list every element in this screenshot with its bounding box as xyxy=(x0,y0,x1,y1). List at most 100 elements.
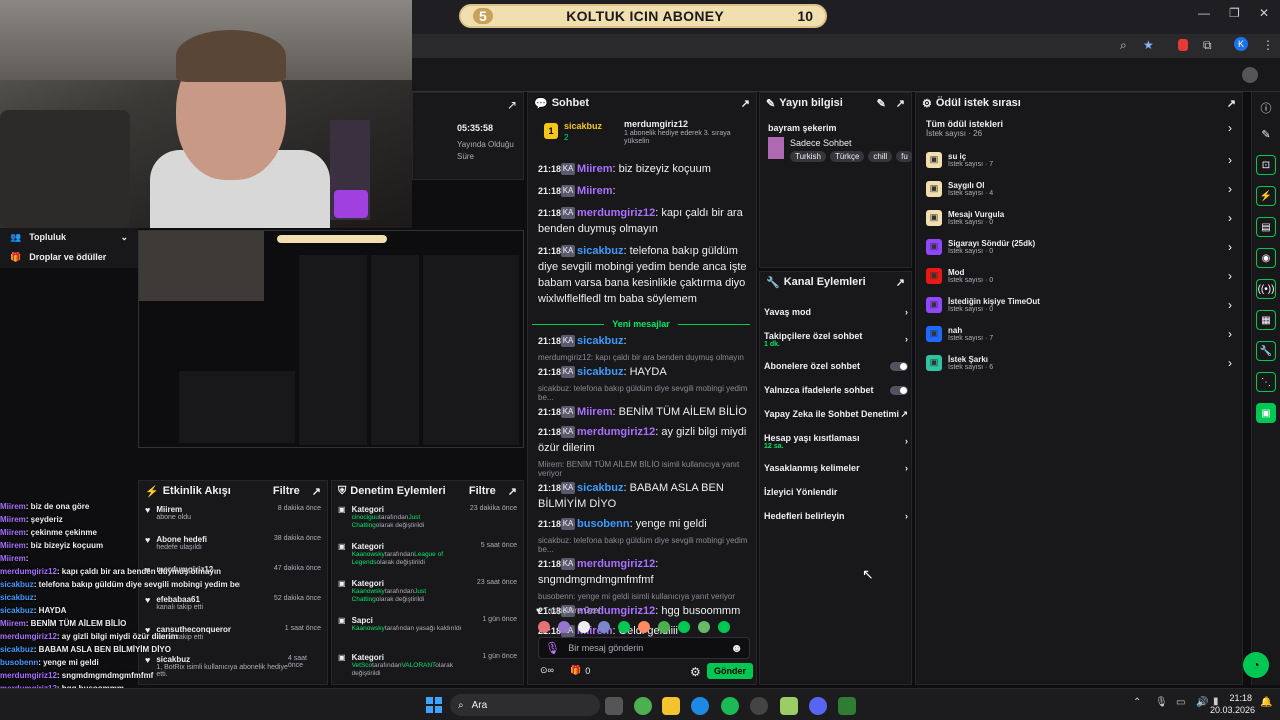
moderation-actor[interactable]: Kaanowsky xyxy=(352,625,385,632)
toggle-switch[interactable] xyxy=(890,361,908,371)
edit-icon[interactable]: ✎ xyxy=(1256,128,1276,141)
reward-item[interactable]: ▣ nah İstek sayısı · 7 › xyxy=(926,319,1236,348)
chat-username[interactable]: sicakbuz xyxy=(577,482,623,494)
chat-input[interactable]: 🎙 Bir mesaj gönderin ☻ xyxy=(538,637,750,659)
popout-icon[interactable]: ↗ xyxy=(507,98,517,112)
moderation-item[interactable]: ▣ Kategori KaanowskytarafındanLeague of Le… xyxy=(332,538,523,575)
start-button[interactable] xyxy=(426,697,442,713)
popout-icon[interactable]: ↗ xyxy=(896,276,905,289)
channel-action-item[interactable]: Hedefleri belirleyin › xyxy=(764,504,908,528)
emote-icon[interactable] xyxy=(538,621,550,633)
send-button[interactable]: Gönder xyxy=(707,663,754,679)
extension-icon[interactable]: ▣ xyxy=(1256,403,1276,423)
channel-action-item[interactable]: Abonelere özel sohbet xyxy=(764,354,908,378)
emote-picker-icon[interactable]: ☻ xyxy=(730,641,743,655)
activity-filter[interactable]: Filtre xyxy=(273,485,300,497)
stream-preview[interactable] xyxy=(138,230,524,448)
tray-chevron-icon[interactable]: ⌃ xyxy=(1133,697,1141,708)
chat-username[interactable]: merdumgiriz12 xyxy=(577,558,655,570)
volume-icon[interactable]: 🔊 xyxy=(1196,697,1208,708)
reward-item[interactable]: ▣ İstek Şarkı İstek sayısı · 6 › xyxy=(926,348,1236,377)
wrench-icon[interactable]: 🔧 xyxy=(1256,341,1276,361)
moderation-item[interactable]: ▣ Kategori cinociguutarafındanJust Chattin… xyxy=(332,501,523,538)
extensions-puzzle-icon[interactable]: ⧉ xyxy=(1203,38,1212,53)
emote-icon[interactable] xyxy=(678,621,690,633)
pinned-leaderboard[interactable]: 1 sicakbuz 2 merdumgiriz12 1 abonelik he… xyxy=(538,117,750,147)
emote-icon[interactable] xyxy=(558,621,570,633)
bookmark-star-icon[interactable]: ★ xyxy=(1143,38,1154,52)
taskbar-search[interactable]: ⌕ Ara xyxy=(450,694,600,716)
extension-icon[interactable] xyxy=(1178,39,1188,51)
notification-icon[interactable]: 🔔 xyxy=(1260,697,1272,708)
minimize-button[interactable]: — xyxy=(1198,6,1210,20)
emote-icon[interactable] xyxy=(718,621,730,633)
chrome-icon[interactable] xyxy=(634,697,652,715)
nav-drops[interactable]: 🎁 Droplar ve ödüller xyxy=(10,250,128,264)
clip-icon[interactable]: ⊡ xyxy=(1256,155,1276,175)
moderation-item[interactable]: ▣ Kategori VetScotarafındanVALORANTolarak … xyxy=(332,649,523,684)
chat-username[interactable]: Miirem xyxy=(577,406,612,418)
task-view-icon[interactable] xyxy=(605,697,623,715)
moderation-actor[interactable]: VetSco xyxy=(352,662,373,669)
emote-icon[interactable] xyxy=(698,621,710,633)
moderation-item[interactable]: ▣ Kategori KaanowskytarafındanJust Chattin… xyxy=(332,575,523,612)
reply-context[interactable]: Miirem: BENİM TÜM AİLEM BİLİO isimli kul… xyxy=(538,460,750,478)
reward-item[interactable]: ▣ Saygılı Ol İstek sayısı · 4 › xyxy=(926,174,1236,203)
maximize-button[interactable]: ❐ xyxy=(1229,6,1240,20)
edit-icon[interactable]: ✎ xyxy=(877,97,886,110)
popout-icon[interactable]: ↗ xyxy=(508,485,517,498)
popout-icon[interactable]: ↗ xyxy=(896,97,905,110)
chat-username[interactable]: merdumgiriz12 xyxy=(577,207,655,219)
reply-context[interactable]: sicakbuz: telefona bakıp güldüm diye sev… xyxy=(538,384,750,402)
chat-username[interactable]: Miirem xyxy=(577,163,612,175)
emote-icon[interactable] xyxy=(638,621,650,633)
file-explorer-icon[interactable] xyxy=(662,697,680,715)
moderation-actor[interactable]: Kaanowsky xyxy=(352,588,385,595)
gift-icon[interactable]: 🎁 xyxy=(570,665,581,676)
tag[interactable]: Turkish xyxy=(790,151,826,162)
chat-username[interactable]: Miirem xyxy=(577,185,612,197)
channel-action-item[interactable]: İzleyici Yönlendir xyxy=(764,480,908,504)
nav-community[interactable]: 👥 Topluluk ⌄ xyxy=(10,230,128,244)
popout-icon[interactable]: ↗ xyxy=(312,485,321,498)
reply-context[interactable]: merdumgiriz12: kapı çaldı bir ara benden… xyxy=(538,353,750,362)
popout-icon[interactable]: ↗ xyxy=(741,97,750,110)
emote-row[interactable] xyxy=(538,621,750,633)
channel-action-item[interactable]: Yalnızca ifadelerle sohbet xyxy=(764,378,908,402)
chat-username[interactable]: sicakbuz xyxy=(577,335,623,347)
floating-chat-button[interactable]: ◔ xyxy=(1243,652,1269,678)
chat-settings-icon[interactable]: ⚙ xyxy=(690,665,701,679)
moderation-actor[interactable]: Kaanowsky xyxy=(352,551,385,558)
moderation-item[interactable]: ▣ Sapci Kaanowskytarafından yasağı kaldırı… xyxy=(332,612,523,649)
tag[interactable]: chill xyxy=(868,151,893,162)
network-icon[interactable]: ▭ xyxy=(1176,697,1185,708)
discord-icon[interactable] xyxy=(809,697,827,715)
app-icon[interactable] xyxy=(750,697,768,715)
spotify-icon[interactable] xyxy=(721,697,739,715)
emote-icon[interactable] xyxy=(598,621,610,633)
toggle-switch[interactable] xyxy=(890,385,908,395)
channel-action-item[interactable]: Yasaklanmış kelimeler › xyxy=(764,456,908,480)
moderation-actor[interactable]: cinociguu xyxy=(352,514,379,521)
app-icon[interactable] xyxy=(838,697,856,715)
reward-item[interactable]: ▣ Mesajı Vurgula İstek sayısı · 0 › xyxy=(926,203,1236,232)
profile-avatar[interactable]: K xyxy=(1234,37,1248,51)
reward-item[interactable]: ▣ Sigarayı Söndür (25dk) İstek sayısı · 0 › xyxy=(926,232,1236,261)
mic-icon[interactable]: 🎙 xyxy=(1155,697,1168,708)
reward-item[interactable]: ▣ Mod İstek sayısı · 0 › xyxy=(926,261,1236,290)
all-rewards-row[interactable]: Tüm ödül istekleri İstek sayısı · 26 › xyxy=(926,119,1236,138)
emote-icon[interactable] xyxy=(578,621,590,633)
chat-username[interactable]: merdumgiriz12 xyxy=(577,426,655,438)
bolt-icon[interactable]: ⚡ xyxy=(1256,186,1276,206)
channel-action-item[interactable]: Hesap yaşı kısıtlaması 12 sa. › xyxy=(764,426,908,456)
close-window-button[interactable]: ✕ xyxy=(1259,6,1269,20)
emote-icon[interactable] xyxy=(618,621,630,633)
tag[interactable]: fu xyxy=(896,151,912,162)
document-icon[interactable]: ▤ xyxy=(1256,217,1276,237)
user-avatar[interactable] xyxy=(1242,67,1258,83)
mic-icon[interactable]: 🎙 xyxy=(545,641,560,655)
moderation-filter[interactable]: Filtre xyxy=(469,485,496,497)
browser-address-bar[interactable]: ⌕ ★ ⧉ K ⋮ xyxy=(412,34,1280,58)
edge-icon[interactable] xyxy=(691,697,709,715)
info-icon[interactable]: ⓘ xyxy=(1256,100,1276,116)
